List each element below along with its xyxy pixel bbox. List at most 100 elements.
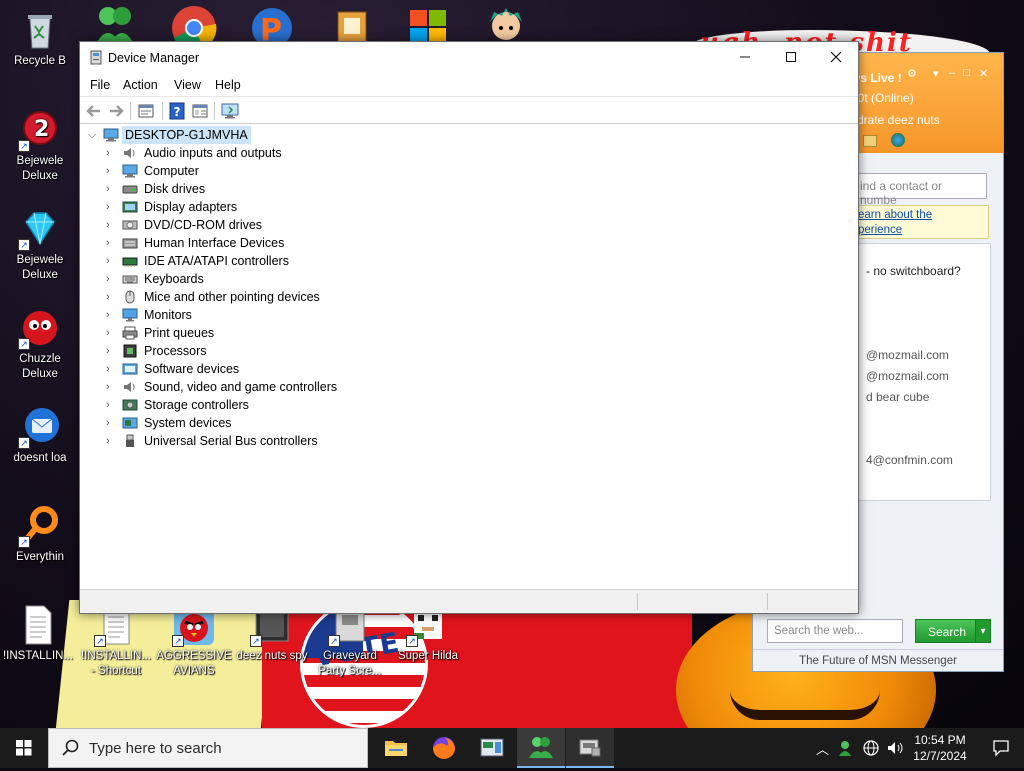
network-globe-icon[interactable] [862,739,880,757]
tree-category-row[interactable]: › Human Interface Devices [80,234,380,252]
tree-category-row[interactable]: › Processors [80,342,380,360]
tree-category-label[interactable]: Audio inputs and outputs [144,144,282,162]
scan-hardware-button[interactable] [220,101,240,121]
tree-category-row[interactable]: › Audio inputs and outputs [80,144,380,162]
tree-category-row[interactable]: › DVD/CD-ROM drives [80,216,380,234]
messenger-ad-line[interactable]: perience [858,223,986,238]
expand-chevron-icon[interactable]: › [106,288,116,306]
menu-view[interactable]: View [174,78,201,92]
expand-chevron-icon[interactable]: › [106,306,116,324]
tree-category-label[interactable]: Human Interface Devices [144,234,284,252]
tree-category-row[interactable]: › Display adapters [80,198,380,216]
taskbar-firefox[interactable] [420,728,468,768]
contact-list-item[interactable]: - no switchboard? [866,264,961,278]
contact-list-item[interactable]: @mozmail.com [866,369,949,383]
tray-overflow-chevron-icon[interactable]: ︿ [816,739,829,758]
contact-list-item[interactable]: 4@confmin.com [866,453,953,467]
notification-center-button[interactable] [980,728,1024,768]
desktop-icon-installing-1[interactable]: !INSTALLIN... [0,603,76,664]
tree-root-row[interactable]: ⌵ DESKTOP-G1JMVHA [80,126,280,144]
menu-file[interactable]: File [90,78,110,92]
start-button[interactable] [0,728,48,768]
desktop-icon-chuzzle[interactable]: ↗ Chuzzle Deluxe [2,306,78,382]
desktop-icon-installing-shortcut[interactable]: ↗ !INSTALLIN... - Shortcut [78,603,154,679]
maximize-button[interactable] [768,42,814,74]
expand-chevron-icon[interactable]: › [106,252,116,270]
tree-category-label[interactable]: System devices [144,414,232,432]
taskbar-search-box[interactable]: Type here to search [48,728,368,768]
collapse-chevron-icon[interactable]: ⌵ [88,126,98,144]
messenger-mail-icon[interactable] [863,135,877,147]
tree-category-label[interactable]: DVD/CD-ROM drives [144,216,262,234]
tree-category-row[interactable]: › Disk drives [80,180,380,198]
contact-list-item[interactable]: @mozmail.com [866,348,949,362]
properties-button[interactable] [136,101,156,121]
device-manager-window[interactable]: Device Manager File Action View Help ? ⌵… [79,41,859,614]
desktop-icon-graveyard-party[interactable]: ↗ Graveyard Party Scre... [312,603,388,679]
menu-help[interactable]: Help [215,78,241,92]
tree-category-row[interactable]: › Monitors [80,306,380,324]
expand-chevron-icon[interactable]: › [106,180,116,198]
expand-chevron-icon[interactable]: › [106,342,116,360]
messenger-globe-icon[interactable] [891,133,905,147]
tree-category-row[interactable]: › Keyboards [80,270,380,288]
tree-category-row[interactable]: › Computer [80,162,380,180]
device-tree[interactable]: ⌵ DESKTOP-G1JMVHA › Audio inputs and outp… [80,125,858,588]
expand-chevron-icon[interactable]: › [106,234,116,252]
tree-root-label[interactable]: DESKTOP-G1JMVHA [122,126,251,144]
desktop-icon-bejeweled-1[interactable]: 2 ↗ Bejewele Deluxe [2,108,78,184]
messenger-personal-message[interactable]: drate deez nuts [857,113,940,127]
tree-category-row[interactable]: › Print queues [80,324,380,342]
messenger-menu-chevron-icon[interactable]: ▾ [933,67,939,80]
back-button[interactable] [84,101,104,121]
tree-category-label[interactable]: Display adapters [144,198,237,216]
help-button[interactable]: ? [167,101,187,121]
taskbar-device-manager[interactable] [566,728,614,768]
expand-chevron-icon[interactable]: › [106,270,116,288]
tree-category-label[interactable]: Print queues [144,324,214,342]
tree-category-label[interactable]: Disk drives [144,180,205,198]
tree-category-label[interactable]: Sound, video and game controllers [144,378,337,396]
expand-chevron-icon[interactable]: › [106,144,116,162]
desktop-icon-recycle-bin[interactable]: Recycle B [2,8,78,69]
expand-chevron-icon[interactable]: › [106,162,116,180]
tree-category-label[interactable]: Universal Serial Bus controllers [144,432,318,450]
desktop-icon-doesnt-load[interactable]: ↗ doesnt loa [2,405,78,466]
expand-chevron-icon[interactable]: › [106,378,116,396]
messenger-contact-list[interactable]: - no switchboard? @mozmail.com @mozmail.… [855,243,991,501]
menu-action[interactable]: Action [123,78,158,92]
taskbar-file-explorer[interactable] [372,728,420,768]
messenger-minimize-icon[interactable]: – [949,67,955,79]
tree-category-label[interactable]: Mice and other pointing devices [144,288,320,306]
tree-category-row[interactable]: › Universal Serial Bus controllers [80,432,380,450]
messenger-close-icon[interactable]: ✕ [979,67,988,80]
close-button[interactable] [813,42,859,74]
tree-category-label[interactable]: Keyboards [144,270,204,288]
expand-chevron-icon[interactable]: › [106,414,116,432]
messenger-settings-icon[interactable]: ⚙ [907,67,917,80]
view-properties-button[interactable] [190,101,210,121]
desktop-icon-aggressive-avians[interactable]: ↗ AGGRESSIVE AVIANS [156,603,232,679]
contact-list-item[interactable]: d bear cube [866,390,929,404]
tree-category-label[interactable]: Computer [144,162,199,180]
taskbar-device-manager-app[interactable] [468,728,516,768]
messenger-ad-banner[interactable]: earn about the perience [855,205,989,239]
volume-icon[interactable] [886,740,904,756]
desktop-icon-bejeweled-2[interactable]: ↗ Bejewele Deluxe [2,207,78,283]
expand-chevron-icon[interactable]: › [106,396,116,414]
desktop-icon-messenger-top[interactable] [92,4,138,44]
messenger-contact-search-input[interactable]: ind a contact or numbe [855,173,987,207]
expand-chevron-icon[interactable]: › [106,432,116,450]
messenger-online-status[interactable]: o0t (Online) [851,91,914,105]
expand-chevron-icon[interactable]: › [106,324,116,342]
messenger-web-search-input[interactable]: Search the web... [767,619,903,643]
minimize-button[interactable] [722,42,768,74]
desktop-icon-chrome[interactable] [170,4,218,51]
desktop-icon-everything[interactable]: ↗ Everythin [2,504,78,565]
messenger-ad-line[interactable]: earn about the [858,208,986,223]
tree-category-row[interactable]: › Storage controllers [80,396,380,414]
taskbar-clock[interactable]: 10:54 PM 12/7/2024 [906,732,974,764]
desktop-icon-game-box[interactable] [334,10,370,45]
tree-category-row[interactable]: › Sound, video and game controllers [80,378,380,396]
title-bar[interactable]: Device Manager [80,42,858,74]
